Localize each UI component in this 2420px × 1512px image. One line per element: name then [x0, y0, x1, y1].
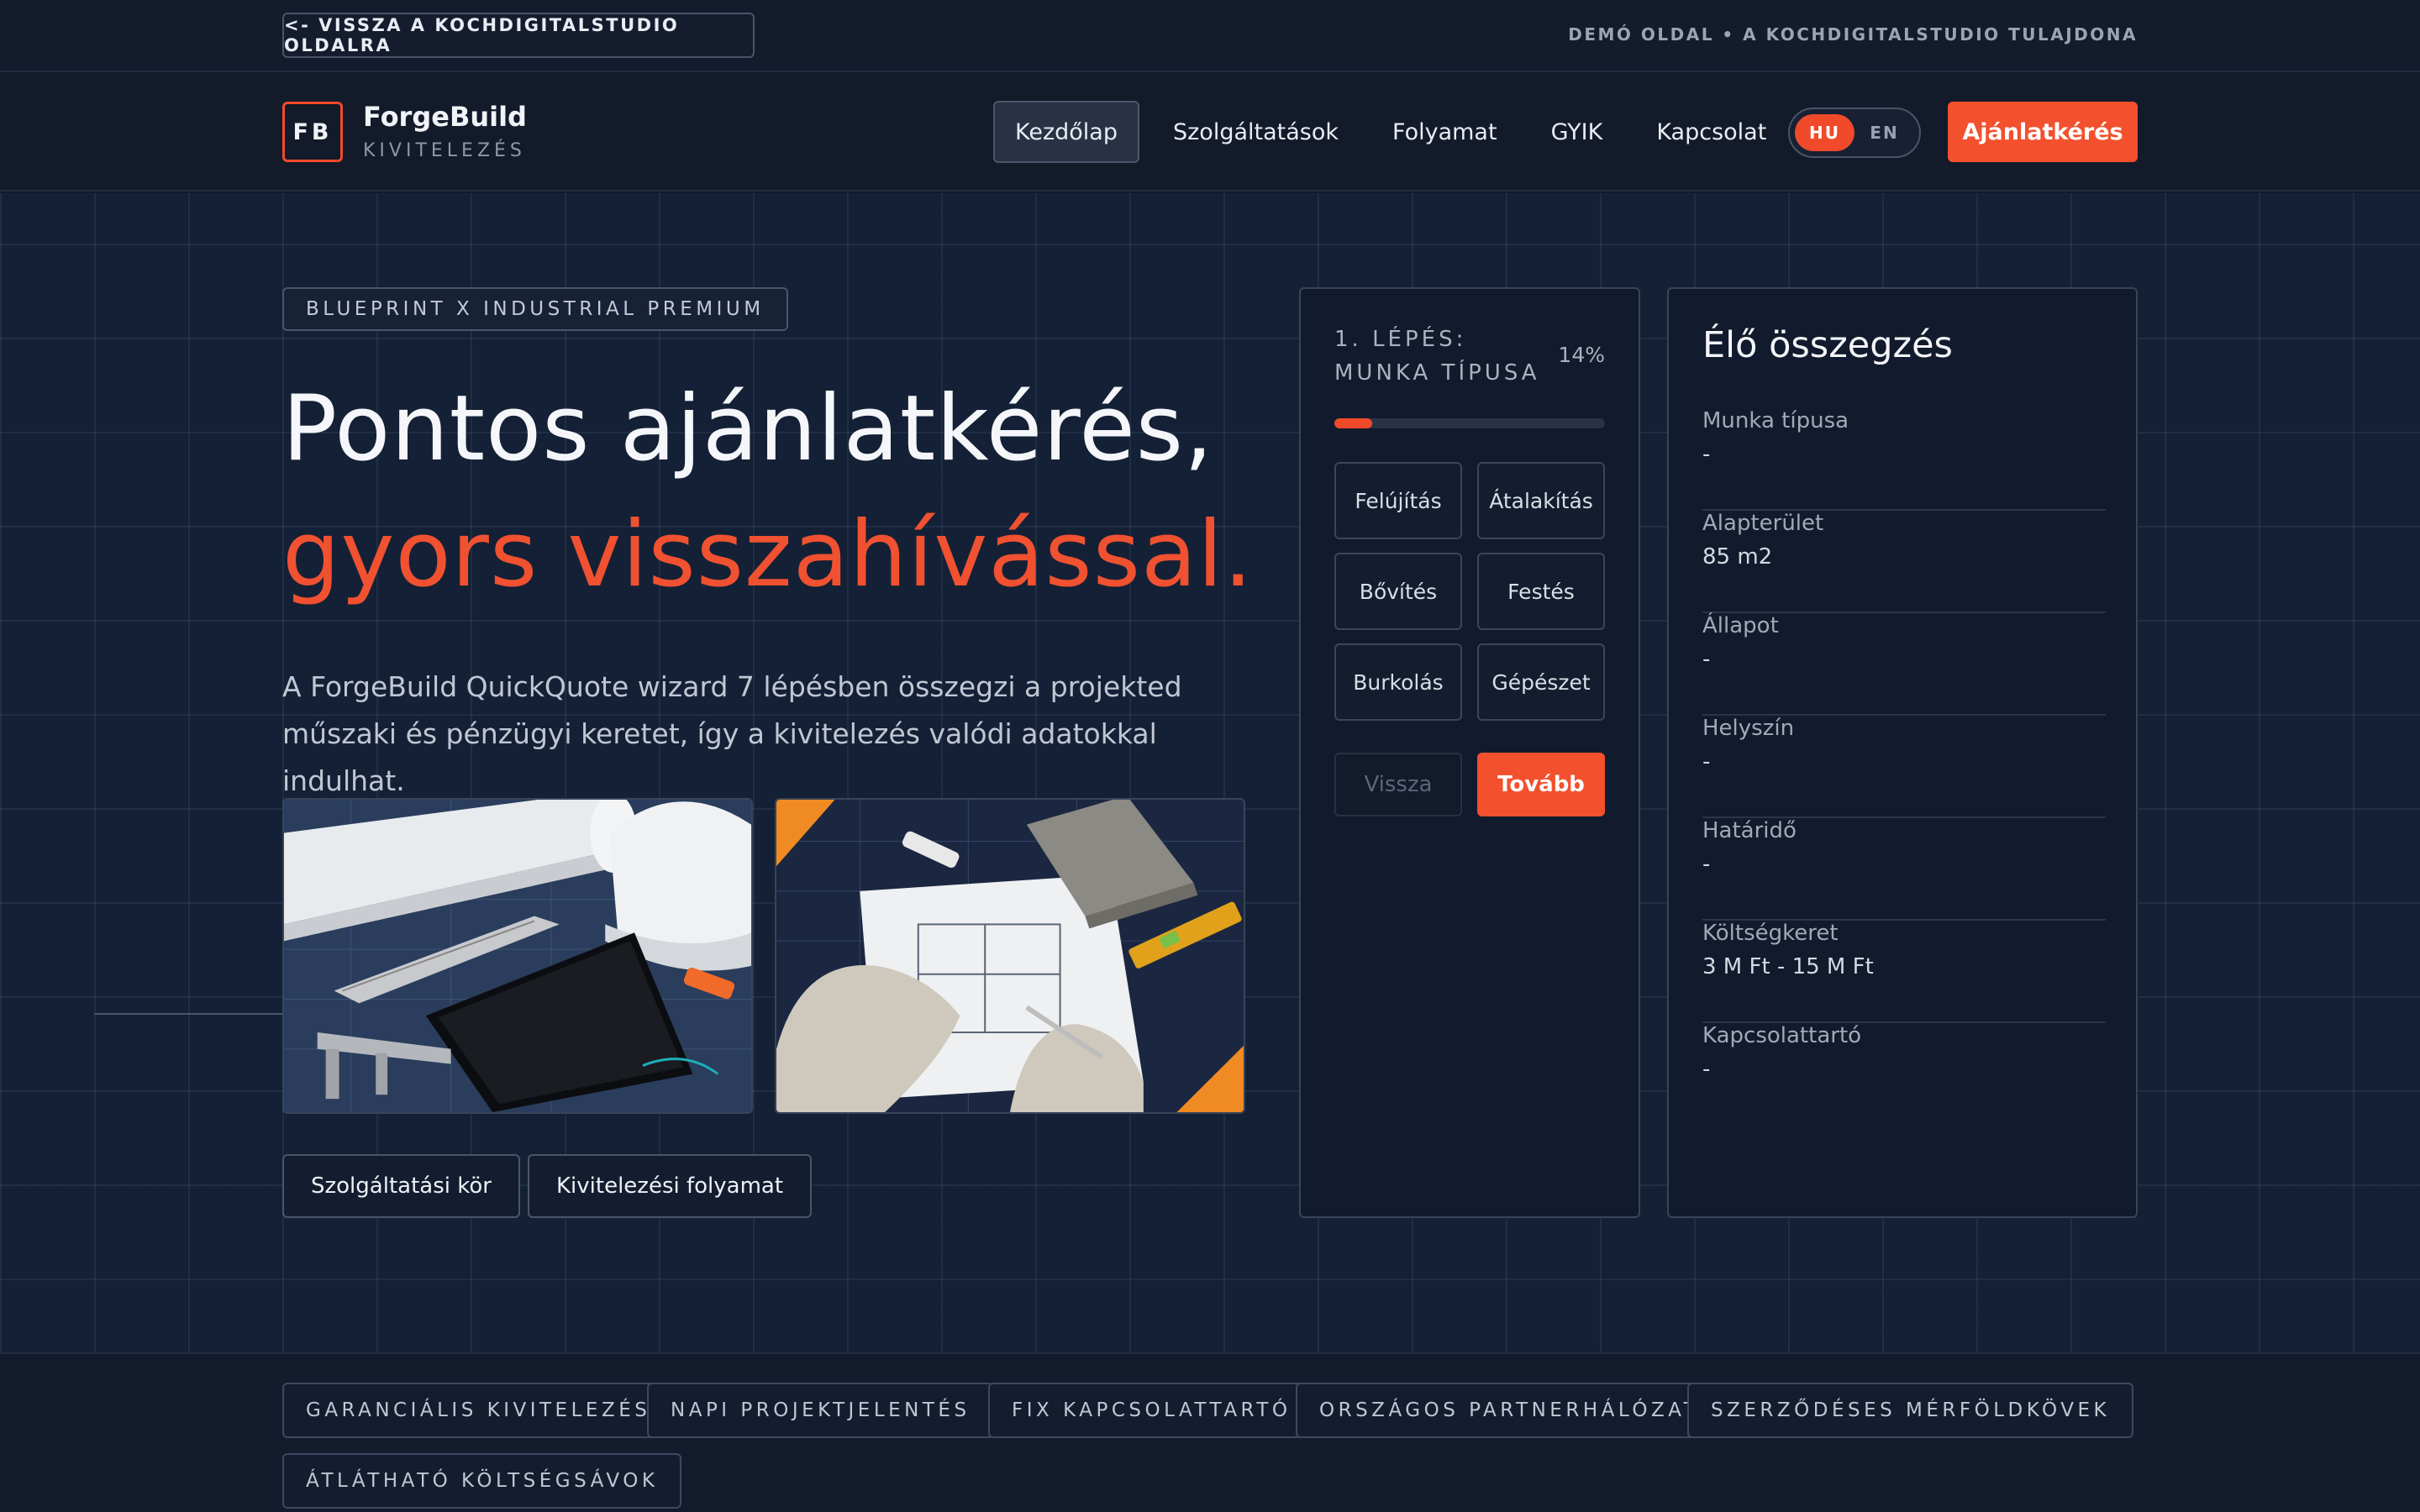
feature-tag: ORSZÁGOS PARTNERHÁLÓZAT: [1296, 1383, 1723, 1438]
summary-value: 3 M Ft - 15 M Ft: [1702, 954, 1874, 979]
option-painting[interactable]: Festés: [1477, 553, 1605, 630]
summary-label: Alapterület: [1702, 511, 1824, 536]
summary-value: -: [1702, 442, 1711, 467]
summary-value: -: [1702, 852, 1711, 877]
option-renovation[interactable]: Felújítás: [1334, 462, 1462, 539]
nav-item-process[interactable]: Folyamat: [1372, 101, 1518, 163]
blueprint-gloves-photo: [775, 798, 1245, 1114]
summary-row-work-type: Munka típusa -: [1702, 408, 2106, 511]
option-mechanical[interactable]: Gépészet: [1477, 643, 1605, 721]
summary-row-deadline: Határidő -: [1702, 818, 2106, 921]
summary-label: Kapcsolattartó: [1702, 1023, 1862, 1048]
wizard-progress-label: 14%: [1558, 343, 1605, 367]
back-to-studio-button[interactable]: <- VISSZA A KOCHDIGITALSTUDIO OLDALRA: [282, 13, 755, 58]
feature-tag: ÁTLÁTHATÓ KÖLTSÉGSÁVOK: [282, 1453, 682, 1509]
option-conversion[interactable]: Átalakítás: [1477, 462, 1605, 539]
main-navbar: FB ForgeBuild KIVITELEZÉS Kezdőlap Szolg…: [0, 74, 2420, 192]
feature-tag: FIX KAPCSOLATTARTÓ: [988, 1383, 1315, 1438]
brand-subtitle: KIVITELEZÉS: [363, 140, 526, 161]
decorative-line: [94, 1013, 284, 1015]
feature-tag: NAPI PROJEKTJELENTÉS: [647, 1383, 994, 1438]
summary-title: Élő összegzés: [1702, 324, 1953, 366]
lang-option-en[interactable]: EN: [1854, 114, 1914, 151]
tools-photo: [282, 798, 753, 1114]
brand-name[interactable]: ForgeBuild: [363, 101, 527, 133]
wizard-progress-bar: [1334, 418, 1605, 428]
wizard-step-title: 1. LÉPÉS: MUNKA TÍPUSA: [1334, 327, 1540, 386]
summary-label: Határidő: [1702, 818, 1797, 843]
logo-mark[interactable]: FB: [282, 102, 343, 162]
lang-option-hu[interactable]: HU: [1795, 114, 1854, 151]
summary-value: -: [1702, 647, 1711, 672]
option-extension[interactable]: Bővítés: [1334, 553, 1462, 630]
features-bar: GARANCIÁLIS KIVITELEZÉS NAPI PROJEKTJELE…: [0, 1352, 2420, 1512]
feature-tag: GARANCIÁLIS KIVITELEZÉS: [282, 1383, 675, 1438]
language-toggle[interactable]: HU EN: [1788, 108, 1921, 158]
summary-row-location: Helyszín -: [1702, 716, 2106, 818]
summary-row-condition: Állapot -: [1702, 613, 2106, 716]
nav-item-faq[interactable]: GYIK: [1531, 101, 1623, 163]
summary-value: -: [1702, 749, 1711, 774]
wizard-progress-fill: [1334, 418, 1373, 428]
feature-tag: SZERZŐDÉSES MÉRFÖLDKÖVEK: [1687, 1383, 2134, 1438]
nav-item-contact[interactable]: Kapcsolat: [1636, 101, 1786, 163]
summary-row-budget: Költségkeret 3 M Ft - 15 M Ft: [1702, 921, 2106, 1023]
hero-badge: BLUEPRINT X INDUSTRIAL PREMIUM: [282, 287, 788, 331]
quote-request-button[interactable]: Ajánlatkérés: [1948, 102, 2138, 162]
top-strip: <- VISSZA A KOCHDIGITALSTUDIO OLDALRA DE…: [0, 0, 2420, 72]
summary-value: 85 m2: [1702, 544, 1773, 570]
summary-label: Állapot: [1702, 613, 1779, 638]
quote-wizard: 1. LÉPÉS: MUNKA TÍPUSA 14% Felújítás Áta…: [1299, 287, 1640, 1218]
hero-title-line2: gyors visszahívással.: [282, 502, 1254, 607]
summary-row-area: Alapterület 85 m2: [1702, 511, 2106, 613]
summary-row-contact: Kapcsolattartó -: [1702, 1023, 2106, 1126]
hero-description: A ForgeBuild QuickQuote wizard 7 lépésbe…: [282, 670, 1182, 797]
hero-title-line1: Pontos ajánlatkérés,: [282, 376, 1214, 481]
demo-notice: DEMÓ OLDAL • A KOCHDIGITALSTUDIO TULAJDO…: [1568, 24, 2138, 45]
summary-label: Munka típusa: [1702, 408, 1849, 433]
summary-value: -: [1702, 1057, 1711, 1082]
option-tiling[interactable]: Burkolás: [1334, 643, 1462, 721]
live-summary-panel: Élő összegzés Munka típusa - Alapterület…: [1667, 287, 2138, 1218]
wizard-back-button[interactable]: Vissza: [1334, 753, 1462, 816]
summary-label: Költségkeret: [1702, 921, 1839, 946]
nav-item-services[interactable]: Szolgáltatások: [1153, 101, 1359, 163]
nav-links: Kezdőlap Szolgáltatások Folyamat GYIK Ka…: [993, 101, 1800, 163]
construction-process-button[interactable]: Kivitelezési folyamat: [528, 1154, 813, 1218]
summary-label: Helyszín: [1702, 716, 1795, 741]
nav-item-home[interactable]: Kezdőlap: [993, 101, 1139, 163]
service-scope-button[interactable]: Szolgáltatási kör: [282, 1154, 520, 1218]
wizard-next-button[interactable]: Tovább: [1477, 753, 1605, 816]
